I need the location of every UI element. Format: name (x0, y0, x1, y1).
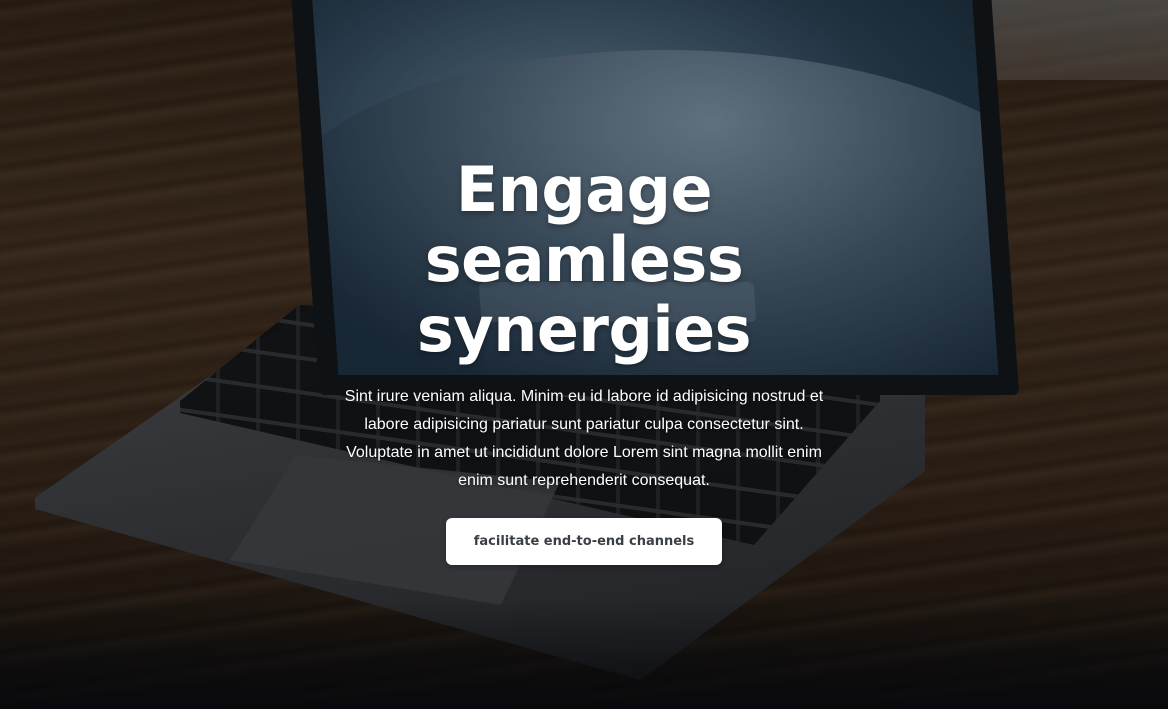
cta-button[interactable]: facilitate end-to-end channels (446, 518, 722, 565)
hero-description: Sint irure veniam aliqua. Minim eu id la… (344, 388, 824, 489)
hero-headline: Engage seamless synergies (416, 153, 752, 366)
hero-section: Engage seamless synergies Sint irure ven… (0, 0, 1168, 709)
hero-content: Engage seamless synergies Sint irure ven… (0, 0, 1168, 709)
